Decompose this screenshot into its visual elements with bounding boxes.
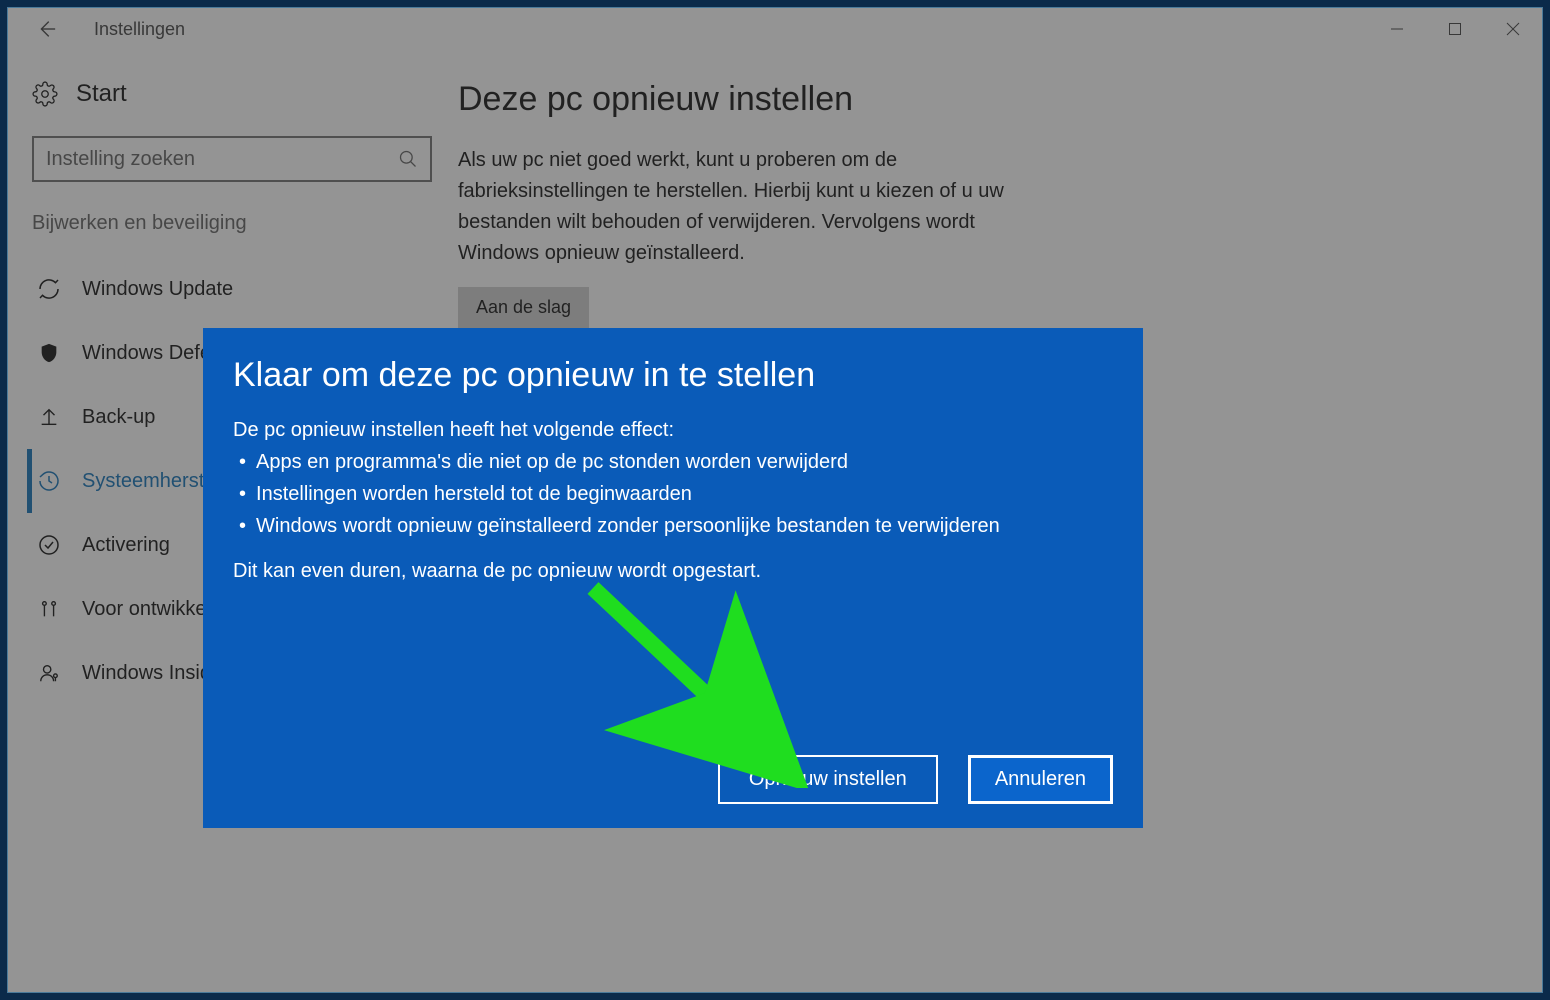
dialog-bullet: Windows wordt opnieuw geïnstalleerd zond… — [239, 510, 1113, 542]
dialog-footer: Opnieuw instellen Annuleren — [233, 755, 1113, 804]
reset-button[interactable]: Opnieuw instellen — [718, 755, 938, 804]
dialog-bullet-list: Apps en programma's die niet op de pc st… — [233, 446, 1113, 542]
dialog-title: Klaar om deze pc opnieuw in te stellen — [233, 356, 1113, 395]
dialog-bullet: Apps en programma's die niet op de pc st… — [239, 446, 1113, 478]
cancel-button[interactable]: Annuleren — [968, 755, 1113, 804]
dialog-note: Dit kan even duren, waarna de pc opnieuw… — [233, 560, 1113, 583]
dialog-bullet: Instellingen worden hersteld tot de begi… — [239, 478, 1113, 510]
dialog-intro: De pc opnieuw instellen heeft het volgen… — [233, 419, 1113, 442]
settings-window: Instellingen S — [7, 7, 1543, 993]
reset-confirmation-dialog: Klaar om deze pc opnieuw in te stellen D… — [203, 328, 1143, 828]
